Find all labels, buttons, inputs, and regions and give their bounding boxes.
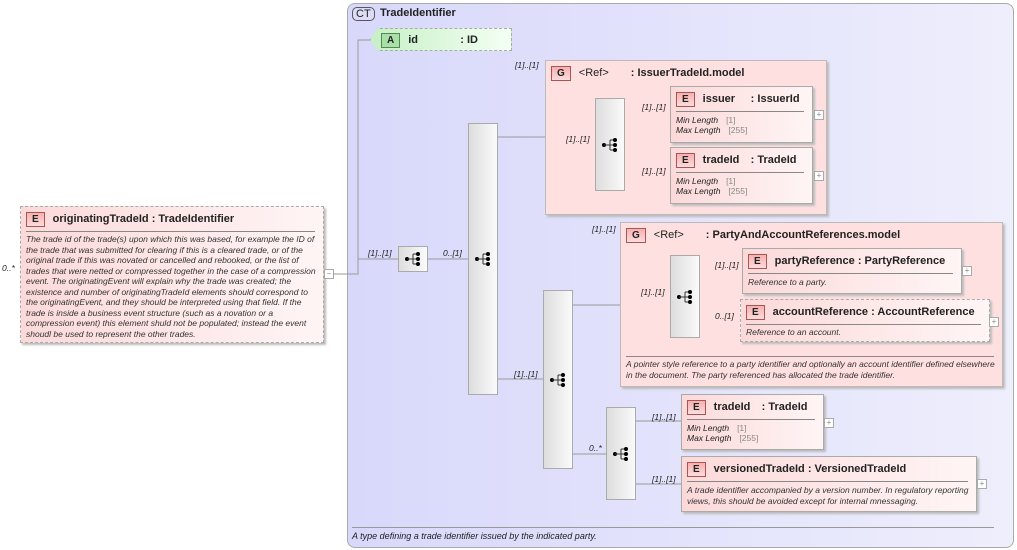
attribute-name: id (408, 34, 419, 46)
element-trade-id[interactable]: EtradeId : TradeId Min Length [1] Max Leng… (670, 147, 813, 204)
sequence-icon (677, 289, 692, 304)
facet-max-length: Max Length [255] (687, 433, 759, 443)
element-party-reference[interactable]: EpartyReference : PartyReference Referen… (742, 248, 962, 294)
element-cardinality: [1]..[1] (652, 474, 676, 484)
choice-cardinality: 0..* (589, 443, 602, 453)
element-trade-id[interactable]: EtradeId : TradeId Min Length [1] Max Leng… (681, 394, 824, 450)
element-badge: E (748, 254, 767, 269)
group-ref: <Ref> (578, 67, 609, 79)
expand-button[interactable]: + (824, 418, 834, 428)
group-cardinality: [1]..[1] (515, 60, 539, 70)
element-cardinality: [1]..[1] (642, 102, 666, 112)
attribute-badge: A (381, 33, 401, 48)
divider (748, 273, 953, 274)
facet-min-length: Min Length [1] (676, 176, 736, 186)
sequence-icon (405, 252, 420, 266)
divider (626, 356, 994, 357)
choice-cardinality: 0..[1] (443, 248, 462, 258)
expand-button[interactable]: + (962, 266, 972, 276)
element-badge: E (687, 400, 706, 415)
element-badge: E (676, 92, 695, 107)
choice-icon (475, 252, 490, 266)
element-type: : AccountReference (871, 306, 975, 318)
expand-button[interactable]: + (977, 479, 987, 489)
element-type: : IssuerId (750, 93, 800, 105)
sequence-compositor[interactable] (398, 246, 428, 272)
element-issuer[interactable]: Eissuer : IssuerId Min Length [1] Max Leng… (670, 86, 813, 143)
divider (687, 481, 968, 482)
expand-button[interactable]: + (989, 317, 999, 327)
element-type: : TradeId (761, 401, 808, 413)
element-name: versionedTradeId (713, 463, 805, 475)
choice-compositor[interactable] (606, 407, 636, 500)
facet-min-length: Min Length [1] (676, 115, 736, 125)
sequence-cardinality: [1]..[1] (514, 369, 538, 379)
expand-button[interactable]: + (814, 171, 824, 181)
group-description: A pointer style reference to a party ide… (626, 359, 995, 380)
divider (676, 111, 804, 112)
element-name: tradeId (713, 401, 751, 413)
element-description: Reference to a party. (748, 277, 827, 287)
facet-max-length: Max Length [255] (676, 125, 748, 135)
expand-button[interactable]: + (814, 110, 824, 120)
choice-compositor[interactable] (468, 123, 498, 395)
element-type: : TradeId (750, 154, 797, 166)
element-cardinality: [1]..[1] (715, 260, 739, 270)
sequence-compositor[interactable] (543, 290, 573, 469)
sequence-icon (602, 137, 617, 152)
element-name: accountReference (772, 306, 869, 318)
element-cardinality: 0..[1] (715, 311, 734, 321)
element-description: Reference to an account. (746, 327, 841, 337)
group-badge: G (551, 66, 571, 81)
element-name: tradeId (702, 154, 740, 166)
facet-max-length: Max Length [255] (676, 186, 748, 196)
sequence-cardinality: [1]..[1] (368, 248, 392, 258)
element-badge: E (687, 462, 706, 477)
sequence-cardinality: [1]..[1] (566, 134, 590, 144)
element-cardinality: [1]..[1] (642, 166, 666, 176)
sequence-cardinality: [1]..[1] (641, 287, 665, 297)
group-ref: <Ref> (653, 229, 684, 241)
attribute-id[interactable]: Aid : ID (370, 28, 512, 51)
sequence-icon (550, 373, 565, 387)
group-name: : PartyAndAccountReferences.model (705, 229, 901, 241)
element-name: partyReference (774, 255, 855, 267)
group-name: : IssuerTradeId.model (630, 67, 745, 79)
choice-icon (613, 446, 628, 461)
divider (687, 419, 815, 420)
element-description: A trade identifier accompanied by a vers… (687, 485, 969, 506)
group-badge: G (626, 228, 646, 243)
element-badge: E (746, 305, 765, 320)
sequence-compositor[interactable] (595, 98, 625, 191)
element-type: : PartyReference (857, 255, 946, 267)
element-name: issuer (702, 93, 736, 105)
element-type: : VersionedTradeId (807, 463, 907, 475)
attribute-type: : ID (460, 34, 478, 46)
sequence-compositor[interactable] (670, 255, 700, 338)
group-cardinality: [1]..[1] (592, 224, 616, 234)
element-cardinality: [1]..[1] (652, 412, 676, 422)
element-account-reference[interactable]: EaccountReference : AccountReference Ref… (740, 299, 990, 342)
element-badge: E (676, 153, 695, 168)
divider (676, 172, 804, 173)
divider (746, 324, 981, 325)
facet-min-length: Min Length [1] (687, 423, 747, 433)
element-versioned-trade-id[interactable]: EversionedTradeId : VersionedTradeId A t… (681, 456, 977, 512)
